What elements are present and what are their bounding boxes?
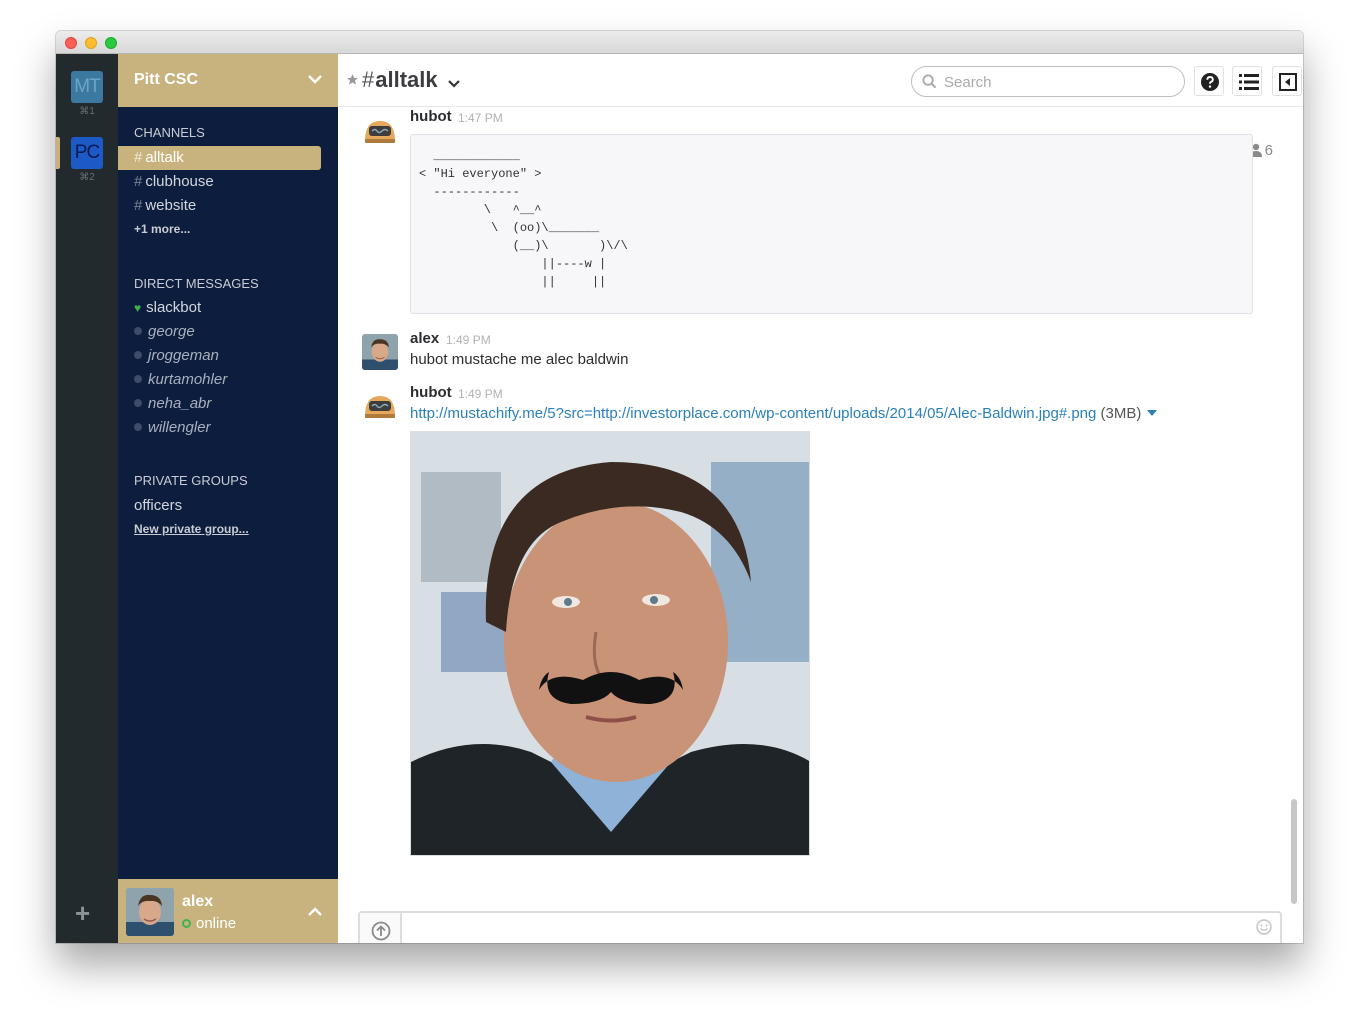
active-team-indicator	[56, 137, 60, 169]
message-author[interactable]: hubot	[410, 384, 452, 401]
channel-details-button[interactable]	[1232, 66, 1262, 96]
presence-dot	[134, 375, 142, 383]
file-link[interactable]: http://mustachify.me/5?src=http://invest…	[410, 405, 1158, 422]
channel-label: clubhouse	[145, 173, 214, 190]
channels-section-title[interactable]: CHANNELS	[134, 125, 205, 140]
help-button[interactable]	[1194, 66, 1224, 96]
toggle-sidebar-button[interactable]	[1272, 66, 1302, 96]
app-window: MT ⌘1 PC ⌘2 + Pitt CSC CHANNELS # alltalk…	[56, 31, 1303, 943]
message-author[interactable]: hubot	[410, 108, 452, 125]
chevron-up-icon[interactable]	[308, 907, 322, 917]
message-author[interactable]: alex	[410, 330, 439, 347]
team-switcher: MT ⌘1 PC ⌘2 +	[56, 54, 118, 943]
code-block: ____________ < "Hi everyone" > ---------…	[410, 134, 1253, 314]
chevron-down-icon	[308, 75, 322, 84]
message-timestamp[interactable]: 1:47 PM	[458, 111, 503, 125]
search-box[interactable]	[911, 66, 1185, 97]
message-input[interactable]	[412, 921, 1252, 943]
dm-section-title[interactable]: DIRECT MESSAGES	[134, 276, 259, 291]
upload-button[interactable]	[360, 913, 402, 943]
new-private-group-link[interactable]: New private group...	[134, 522, 249, 536]
dm-label: neha_abr	[148, 395, 212, 412]
hash-icon: #	[134, 149, 143, 166]
sidebar-channel-website[interactable]: # website	[118, 194, 338, 218]
minimize-window-button[interactable]	[85, 37, 97, 49]
channel-label: website	[145, 197, 197, 214]
list-icon	[1239, 74, 1259, 90]
message-text: hubot mustache me alec baldwin	[410, 351, 629, 368]
sidebar: Pitt CSC CHANNELS # alltalk # clubhouse # w…	[118, 54, 338, 943]
message-composer[interactable]	[358, 911, 1282, 943]
message-timestamp[interactable]: 1:49 PM	[446, 333, 491, 347]
dm-label: george	[148, 323, 195, 340]
file-url[interactable]: http://mustachify.me/5?src=http://invest…	[410, 405, 1096, 422]
chevron-down-icon[interactable]	[448, 79, 460, 88]
team-header[interactable]: Pitt CSC	[118, 54, 338, 107]
current-user-status: online	[182, 915, 236, 932]
channel-title[interactable]: #alltalk	[362, 67, 438, 93]
team-pc-shortcut: ⌘2	[79, 172, 95, 183]
avatar	[126, 888, 174, 936]
message-list: hubot 1:47 PM ____________ < "Hi everyon…	[338, 108, 1288, 878]
help-icon	[1201, 73, 1219, 91]
status-label: online	[196, 915, 237, 932]
team-mt-shortcut: ⌘1	[79, 106, 95, 117]
dm-label: jroggeman	[148, 347, 219, 364]
scrollbar[interactable]	[1291, 799, 1297, 904]
channel-label: alltalk	[145, 149, 184, 166]
emoji-icon[interactable]	[1256, 919, 1272, 935]
search-input[interactable]	[944, 72, 1174, 92]
close-window-button[interactable]	[65, 37, 77, 49]
hash-icon: #	[134, 173, 143, 190]
presence-dot	[134, 399, 142, 407]
groups-section-title[interactable]: PRIVATE GROUPS	[134, 473, 248, 488]
main-pane: #alltalk 6 hubot 1:4	[338, 54, 1303, 943]
dm-jroggeman[interactable]: jroggeman	[134, 344, 219, 368]
title-bar	[56, 31, 1303, 54]
message-timestamp[interactable]: 1:49 PM	[458, 387, 503, 401]
image-preview[interactable]	[410, 431, 810, 856]
hubot-avatar[interactable]	[362, 113, 398, 149]
channel-header: #alltalk	[338, 54, 1303, 107]
dm-neha-abr[interactable]: neha_abr	[134, 392, 211, 416]
caret-down-icon[interactable]	[1147, 410, 1158, 416]
group-officers[interactable]: officers	[134, 497, 182, 514]
file-size: (3MB)	[1100, 405, 1142, 422]
sidebar-channel-clubhouse[interactable]: # clubhouse	[118, 170, 338, 194]
upload-icon	[371, 921, 391, 941]
sidebar-channel-alltalk[interactable]: # alltalk	[118, 146, 321, 170]
mustache-image	[411, 432, 809, 855]
team-mt[interactable]: MT	[71, 71, 103, 103]
dm-kurtamohler[interactable]: kurtamohler	[134, 368, 227, 392]
presence-dot	[134, 351, 142, 359]
star-icon[interactable]	[346, 73, 359, 86]
hash-icon: #	[362, 67, 375, 92]
dm-willengler[interactable]: willengler	[134, 416, 211, 440]
add-team-button[interactable]: +	[75, 900, 90, 926]
team-pc[interactable]: PC	[71, 137, 103, 169]
collapse-panel-icon	[1279, 73, 1297, 91]
alex-avatar[interactable]	[362, 334, 398, 370]
dm-label: willengler	[148, 419, 211, 436]
heart-icon: ♥	[134, 301, 142, 315]
zoom-window-button[interactable]	[105, 37, 117, 49]
hubot-avatar[interactable]	[362, 388, 398, 424]
channel-name: alltalk	[375, 67, 438, 92]
presence-dot	[134, 423, 142, 431]
current-user-footer[interactable]: alex online	[118, 879, 338, 943]
more-channels-link[interactable]: +1 more...	[134, 222, 190, 236]
search-icon	[922, 74, 937, 89]
dm-george[interactable]: george	[134, 320, 195, 344]
team-name: Pitt CSC	[134, 71, 198, 88]
online-indicator-icon	[182, 919, 191, 928]
dm-slackbot[interactable]: ♥ slackbot	[134, 296, 201, 320]
dm-label: slackbot	[146, 299, 202, 316]
dm-label: kurtamohler	[148, 371, 228, 388]
current-user-name: alex	[182, 893, 214, 910]
hash-icon: #	[134, 197, 143, 214]
presence-dot	[134, 327, 142, 335]
